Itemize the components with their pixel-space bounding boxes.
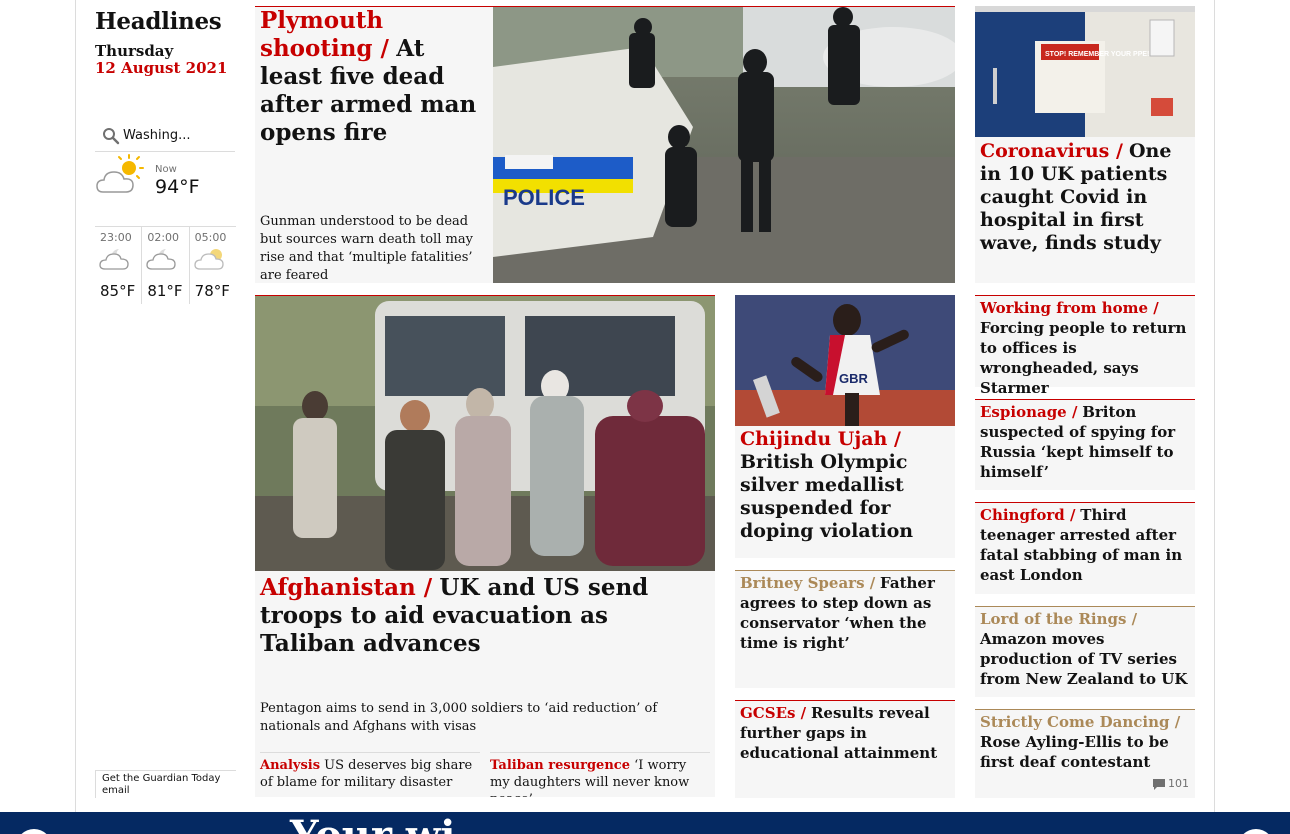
ujah-headline-text: British Olympic silver medallist suspend… xyxy=(740,451,914,542)
lotr-headline: Amazon moves production of TV series fro… xyxy=(980,630,1188,688)
forecast-time: 23:00 xyxy=(100,231,132,244)
gcses-kicker: GCSEs / xyxy=(740,704,807,722)
sublink-kicker: Analysis xyxy=(260,758,321,773)
story-card-lord-of-the-rings[interactable]: Lord of the Rings / Amazon moves product… xyxy=(975,606,1195,697)
afghanistan-standfirst: Pentagon aims to send in 3,000 soldiers … xyxy=(260,701,658,734)
covid-headline[interactable]: Coronavirus / One in 10 UK patients caug… xyxy=(980,140,1192,255)
weather-forecast: 23:00 85°F 02:00 81°F 05:00 78°F xyxy=(95,226,236,304)
sublink-analysis[interactable]: Analysis US deserves big share of blame … xyxy=(260,752,480,791)
afghanistan-headline[interactable]: Afghanistan / UK and US send troops to a… xyxy=(260,574,710,658)
date-label: 12 August 2021 xyxy=(95,59,228,77)
lead-kicker: Plymouth shooting / xyxy=(260,7,389,62)
covid-story-card[interactable]: STOP! REMEMBER YOUR PPE! Coronavirus / O… xyxy=(975,6,1195,283)
sublink-kicker: Taliban resurgence xyxy=(490,758,630,773)
forecast-temperature: 78°F xyxy=(194,282,230,300)
wfh-kicker: Working from home / xyxy=(980,299,1159,317)
strictly-headline: Rose Ayling-Ellis to be first deaf conte… xyxy=(980,733,1169,771)
moon-cloud-icon xyxy=(99,249,129,270)
comment-count-value: 101 xyxy=(1168,777,1189,790)
story-card-britney[interactable]: Britney Spears / Father agrees to step d… xyxy=(735,570,955,688)
search-icon xyxy=(101,126,121,146)
email-signup-link[interactable]: Get the Guardian Today email xyxy=(95,770,236,798)
lead-standfirst: Gunman understood to be dead but sources… xyxy=(260,214,473,283)
sublink-taliban[interactable]: Taliban resurgence ‘I worry my daughters… xyxy=(490,752,710,797)
section-title: Headlines xyxy=(95,8,222,35)
now-label: Now xyxy=(155,164,177,175)
britney-kicker: Britney Spears / xyxy=(740,574,876,592)
ujah-photo: GBR xyxy=(735,295,955,426)
forecast-time: 02:00 xyxy=(147,231,180,244)
weather-location-search[interactable] xyxy=(95,120,235,152)
banner-brand-text: Your wi xyxy=(290,816,455,834)
ujah-kicker: Chijindu Ujah / xyxy=(740,428,901,450)
forecast-time: 05:00 xyxy=(194,231,227,244)
lead-headline[interactable]: Plymouth shooting / At least five dead a… xyxy=(260,7,488,147)
bottom-banner: Your wi xyxy=(0,812,1290,834)
stop-sign-text: STOP! REMEMBER YOUR PPE! xyxy=(1045,51,1149,58)
espionage-kicker: Espionage / xyxy=(980,403,1078,421)
right-circle-button[interactable] xyxy=(1238,829,1274,834)
forecast-temperature: 81°F xyxy=(147,282,183,300)
day-name: Thursday xyxy=(95,42,174,60)
story-card-gcses[interactable]: GCSEs / Results reveal further gaps in e… xyxy=(735,700,955,798)
ujah-story-card[interactable]: GBR Chijindu Ujah / British Olympic silv… xyxy=(735,295,955,558)
sun-cloud-icon xyxy=(96,154,144,193)
afghanistan-story-card[interactable]: Afghanistan / UK and US send troops to a… xyxy=(255,295,715,797)
comment-icon xyxy=(1153,778,1165,790)
now-temperature: 94°F xyxy=(155,176,200,198)
forecast-temperature: 85°F xyxy=(100,282,136,300)
ujah-headline[interactable]: Chijindu Ujah / British Olympic silver m… xyxy=(740,428,952,543)
police-text: POLICE xyxy=(503,185,585,210)
covid-photo: STOP! REMEMBER YOUR PPE! xyxy=(975,6,1195,137)
forecast-item: 02:00 81°F xyxy=(142,227,190,304)
gbr-text: GBR xyxy=(839,371,869,386)
moon-cloud-icon xyxy=(146,249,176,270)
strictly-kicker: Strictly Come Dancing / xyxy=(980,713,1181,731)
story-card-espionage[interactable]: Espionage / Briton suspected of spying f… xyxy=(975,399,1195,490)
afghanistan-kicker: Afghanistan / xyxy=(260,574,433,601)
forecast-item: 23:00 85°F xyxy=(95,227,143,304)
location-input[interactable] xyxy=(123,128,227,143)
forecast-item: 05:00 78°F xyxy=(190,227,236,304)
afghanistan-photo xyxy=(255,296,715,571)
left-circle-button[interactable] xyxy=(16,829,52,834)
wfh-headline: Forcing people to return to offices is w… xyxy=(980,319,1187,397)
story-card-working-from-home[interactable]: Working from home / Forcing people to re… xyxy=(975,295,1195,397)
lead-photo: POLICE xyxy=(493,7,955,283)
covid-kicker: Coronavirus / xyxy=(980,140,1123,162)
story-card-chingford[interactable]: Chingford / Third teenager arrested afte… xyxy=(975,502,1195,594)
story-card-strictly[interactable]: Strictly Come Dancing / Rose Ayling-Elli… xyxy=(975,709,1195,798)
chingford-kicker: Chingford / xyxy=(980,506,1076,524)
lead-story-card[interactable]: Plymouth shooting / At least five dead a… xyxy=(255,6,955,283)
comment-count[interactable]: 101 xyxy=(1153,774,1189,794)
lotr-kicker: Lord of the Rings / xyxy=(980,610,1138,628)
sun-cloud-icon xyxy=(194,249,224,270)
weather-now: Now 94°F xyxy=(95,152,235,224)
